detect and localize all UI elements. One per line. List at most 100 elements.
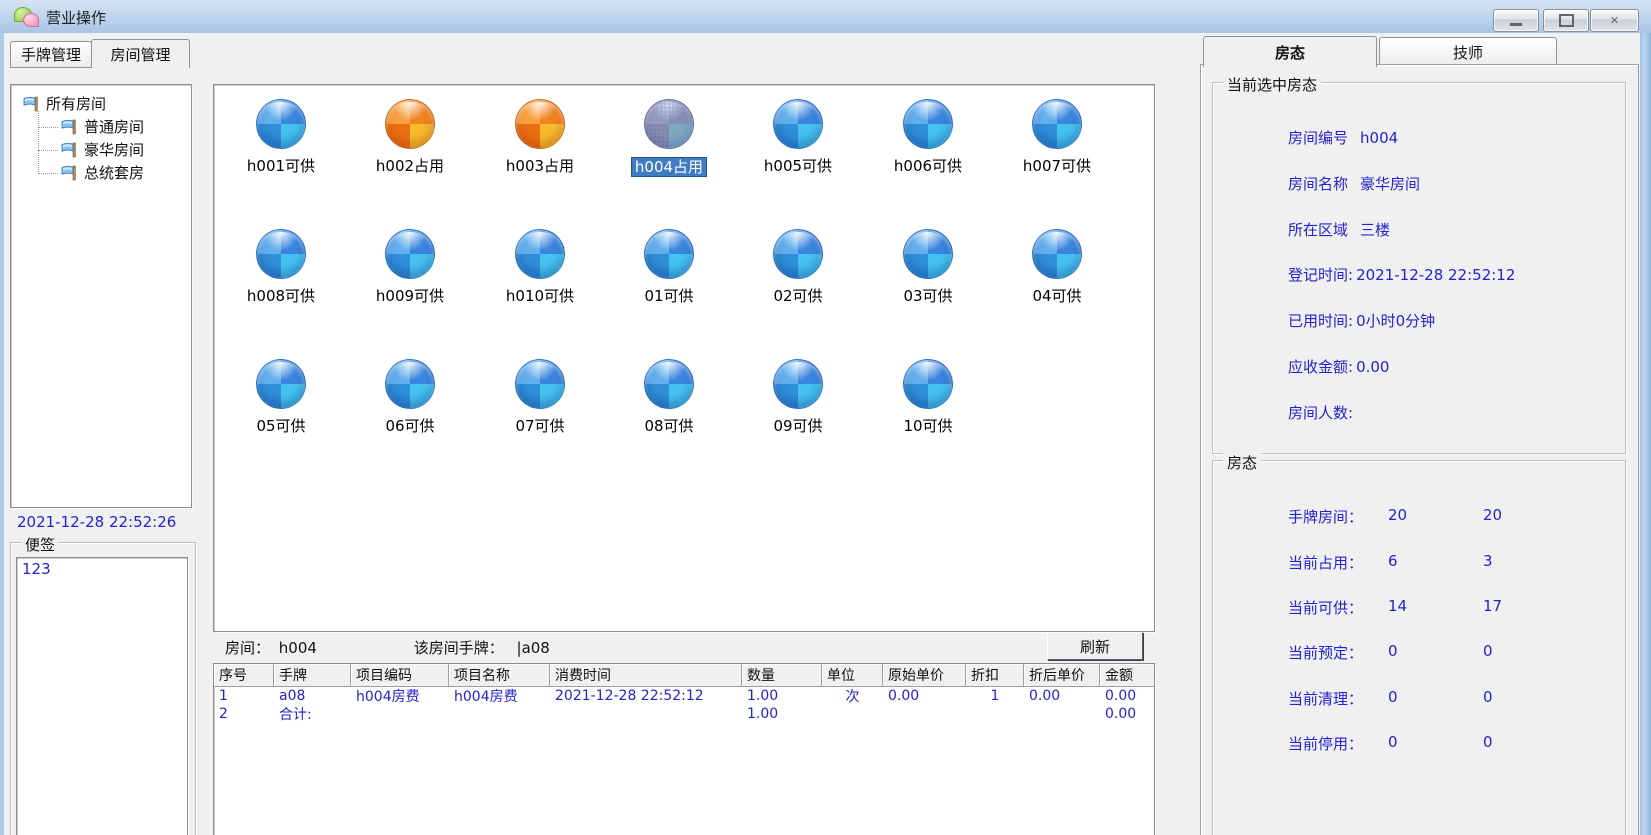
column-header[interactable]: 项目名称: [449, 664, 550, 687]
column-header[interactable]: 原始单价: [883, 664, 966, 687]
room-item-h001[interactable]: h001可供: [226, 99, 336, 175]
room-item-04[interactable]: 04可供: [1002, 229, 1112, 305]
room-label: 房间：: [225, 639, 271, 657]
room-item-h005[interactable]: h005可供: [743, 99, 853, 175]
note-content: 123: [22, 560, 51, 578]
room-item-05[interactable]: 05可供: [226, 359, 336, 435]
room-status-ball-icon: [385, 359, 435, 409]
room-item-h009[interactable]: h009可供: [355, 229, 465, 305]
column-header[interactable]: 折扣: [966, 664, 1024, 687]
room-item-h003[interactable]: h003占用: [485, 99, 595, 175]
room-status-ball-icon: [256, 359, 306, 409]
refresh-button[interactable]: 刷新: [1047, 632, 1143, 660]
room-item-09[interactable]: 09可供: [743, 359, 853, 435]
room-value: h004: [278, 639, 317, 657]
column-header[interactable]: 金额: [1100, 664, 1154, 687]
room-status-ball-icon: [644, 229, 694, 279]
column-header[interactable]: 序号: [214, 664, 274, 687]
note-groupbox: 便签 123: [10, 534, 196, 835]
room-status-ball-icon: [773, 99, 823, 149]
minimize-button[interactable]: [1493, 9, 1539, 32]
stat-available: 当前可供： 14 17: [1288, 597, 1503, 617]
chat-bubble-pink-icon: [23, 13, 39, 27]
stat-cleaning: 当前清理： 0 0: [1288, 688, 1493, 708]
room-type-tree: 所有房间 普通房间 豪华房间 总统套房: [10, 84, 192, 508]
tree-connector: [38, 173, 58, 174]
field-receivable-amount: 应收金额: 0.00: [1288, 357, 1390, 377]
column-header[interactable]: 项目编码: [351, 664, 449, 687]
selected-room-group-title: 当前选中房态: [1223, 74, 1322, 95]
field-room-people-count: 房间人数:: [1288, 404, 1354, 422]
tree-item-presidential-suite[interactable]: 总统套房: [61, 162, 144, 183]
room-item-h008[interactable]: h008可供: [226, 229, 336, 305]
flag-icon: [61, 165, 76, 180]
tree-item-normal-rooms[interactable]: 普通房间: [61, 116, 144, 137]
room-item-h010[interactable]: h010可供: [485, 229, 595, 305]
room-status-ball-icon: [1032, 229, 1082, 279]
room-status-ball-icon: [515, 359, 565, 409]
room-item-07[interactable]: 07可供: [485, 359, 595, 435]
room-item-03[interactable]: 03可供: [873, 229, 983, 305]
status-group-title: 房态: [1223, 452, 1262, 473]
column-header[interactable]: 消费时间: [550, 664, 742, 687]
room-status-ball-icon: [903, 99, 953, 149]
close-icon: ✕: [1609, 14, 1620, 27]
room-status-ball-icon: [256, 229, 306, 279]
tag-label: 该房间手牌：: [413, 639, 504, 657]
room-status-ball-icon: [903, 229, 953, 279]
room-item-01[interactable]: 01可供: [614, 229, 724, 305]
room-status-ball-icon: [903, 359, 953, 409]
field-room-number: 房间编号 h004: [1288, 128, 1399, 148]
maximize-button[interactable]: [1543, 9, 1589, 32]
room-status-ball-icon: [256, 99, 306, 149]
tab-room-management[interactable]: 房间管理: [91, 39, 190, 68]
table-row[interactable]: 2 合计: 1.00 0.00: [214, 705, 1154, 723]
room-item-10[interactable]: 10可供: [873, 359, 983, 435]
window-border-right: [1640, 33, 1651, 835]
maximize-icon: [1558, 14, 1574, 27]
flag-icon: [23, 96, 38, 111]
room-item-h007[interactable]: h007可供: [1002, 99, 1112, 175]
close-button[interactable]: ✕: [1590, 9, 1639, 32]
room-bar: 房间： h004 该房间手牌： |a08: [225, 637, 550, 658]
stat-reserved: 当前预定： 0 0: [1288, 642, 1493, 662]
note-group-title: 便签: [21, 534, 60, 555]
room-status-ball-icon: [515, 99, 565, 149]
field-room-area: 所在区域 三楼: [1288, 221, 1391, 239]
consumption-table: 序号 手牌 项目编码 项目名称 消费时间 数量 单位 原始单价 折扣 折后单价 …: [213, 663, 1155, 835]
tree-connector: [38, 127, 58, 128]
note-textarea[interactable]: 123: [16, 557, 188, 835]
clock-text: 2021-12-28 22:52:26: [17, 513, 177, 531]
status-groupbox: 房态 手牌房间： 20 20 当前占用： 6 3 当前可供： 14 17 当前预定： 0 0 当…: [1212, 452, 1626, 835]
room-item-06[interactable]: 06可供: [355, 359, 465, 435]
app-window: 营业操作 ✕ 手牌管理 房间管理 所有房间 普通房间 豪华房间 总统套房 202…: [0, 0, 1651, 835]
room-item-h004-selected[interactable]: h004占用: [614, 99, 724, 177]
tag-value: |a08: [516, 639, 550, 657]
room-status-ball-icon: [1032, 99, 1082, 149]
room-status-ball-icon: [644, 99, 694, 149]
tree-item-all-rooms[interactable]: 所有房间: [23, 93, 106, 114]
room-item-02[interactable]: 02可供: [743, 229, 853, 305]
tree-item-luxury-rooms[interactable]: 豪华房间: [61, 139, 144, 160]
column-header[interactable]: 单位: [822, 664, 883, 687]
column-header[interactable]: 手牌: [274, 664, 351, 687]
flag-icon: [61, 142, 76, 157]
tab-room-status[interactable]: 房态: [1203, 36, 1377, 67]
room-status-ball-icon: [385, 229, 435, 279]
column-header[interactable]: 数量: [742, 664, 822, 687]
title-bar: 营业操作 ✕: [0, 0, 1651, 34]
selected-room-groupbox: 当前选中房态 房间编号 h004 房间名称 豪华房间 所在区域 三楼 登记时间: 202…: [1212, 74, 1626, 454]
room-item-h002[interactable]: h002占用: [355, 99, 465, 175]
room-item-h006[interactable]: h006可供: [873, 99, 983, 175]
room-status-ball-icon: [773, 229, 823, 279]
tab-hand-tag-management[interactable]: 手牌管理: [10, 41, 92, 68]
room-icon-panel: h001可供 h002占用 h003占用 h004占用 h005可供 h006可…: [213, 84, 1155, 632]
tab-technician[interactable]: 技师: [1379, 37, 1557, 67]
room-item-08[interactable]: 08可供: [614, 359, 724, 435]
room-status-ball-icon: [644, 359, 694, 409]
field-checkin-time: 登记时间: 2021-12-28 22:52:12: [1288, 265, 1516, 285]
table-row[interactable]: 1 a08 h004房费 h004房费 2021-12-28 22:52:12 …: [214, 687, 1154, 705]
field-room-name: 房间名称 豪华房间: [1288, 175, 1421, 193]
tree-connector: [38, 150, 58, 151]
column-header[interactable]: 折后单价: [1024, 664, 1100, 687]
